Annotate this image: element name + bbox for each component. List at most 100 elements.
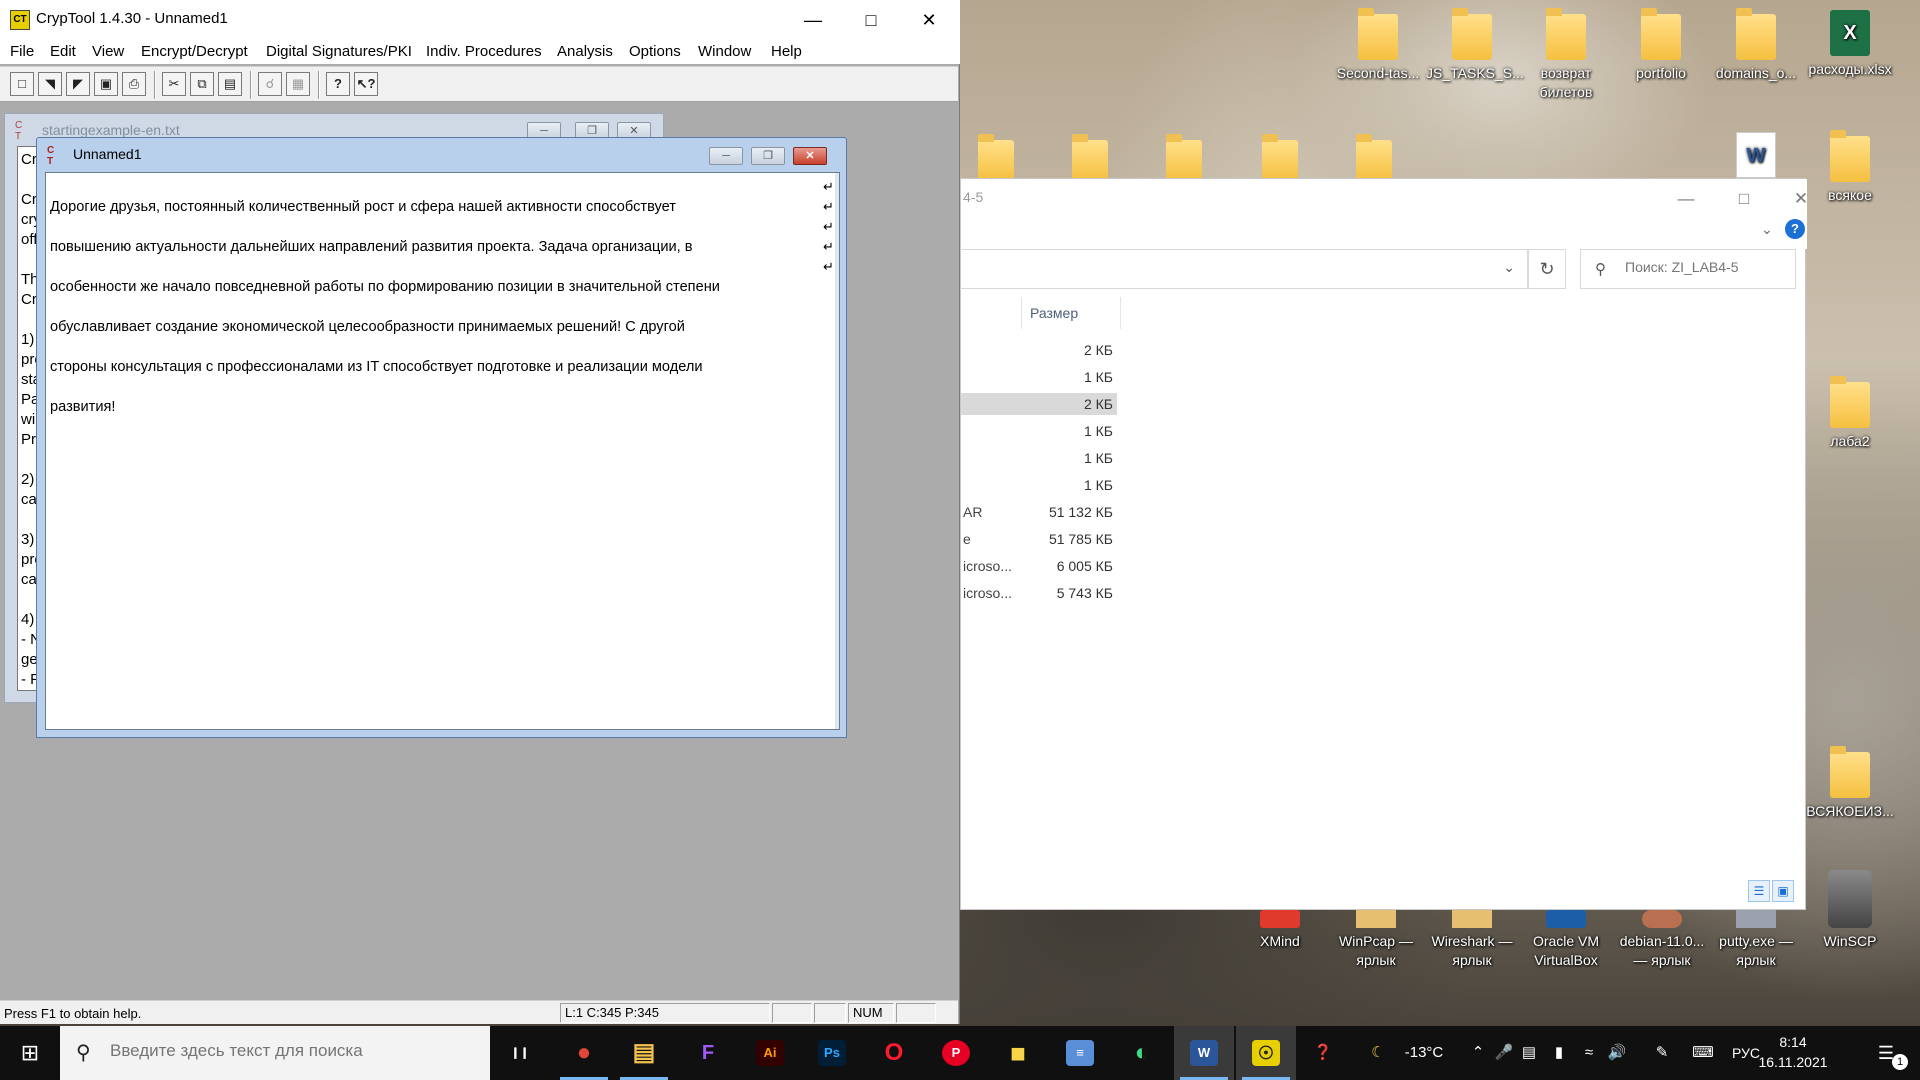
keyboard-icon[interactable]: ⌨ bbox=[1686, 1026, 1720, 1080]
folder-icon[interactable] bbox=[1356, 134, 1392, 180]
task-view-button[interactable]: ❙❙ bbox=[490, 1026, 550, 1080]
chevron-up-icon[interactable]: ⌃ bbox=[1468, 1026, 1488, 1080]
clock[interactable]: 8:14 16.11.2021 bbox=[1748, 1032, 1838, 1072]
table-row[interactable]: icroso... 6 005 КБ bbox=[961, 555, 1117, 577]
search-input[interactable] bbox=[1625, 259, 1785, 275]
title-bar[interactable]: 4-5 — □ ✕ bbox=[961, 179, 1808, 219]
taskbar-app-photoshop[interactable]: Ps bbox=[802, 1026, 862, 1080]
notification-icon[interactable]: ☰ bbox=[1868, 1026, 1904, 1080]
table-row-selected[interactable]: 2 КБ bbox=[961, 393, 1117, 415]
weather-temperature[interactable]: -13°C bbox=[1394, 1026, 1454, 1080]
menu-view[interactable]: View bbox=[92, 43, 124, 60]
help-icon[interactable]: ❓ bbox=[1306, 1026, 1340, 1080]
chevron-down-icon[interactable]: ⌄ bbox=[1761, 221, 1773, 238]
print-icon[interactable]: ⎙ bbox=[122, 72, 146, 96]
weather-moon-icon[interactable]: ☾ bbox=[1366, 1026, 1390, 1080]
properties-icon[interactable]: ▦ bbox=[286, 72, 310, 96]
desktop-icon-wireshark[interactable]: Wireshark — ярлык bbox=[1426, 910, 1518, 970]
menu-digital-signatures[interactable]: Digital Signatures/PKI bbox=[266, 43, 412, 60]
folder-icon[interactable] bbox=[1072, 134, 1108, 180]
desktop-icon-returned-tickets[interactable]: возврат билетов bbox=[1520, 8, 1612, 102]
cut-icon[interactable]: ✂ bbox=[162, 72, 186, 96]
search-field[interactable]: ⚲ bbox=[1580, 249, 1796, 289]
desktop-icon-virtualbox[interactable]: Oracle VM VirtualBox bbox=[1520, 910, 1612, 970]
table-row[interactable]: 1 КБ bbox=[961, 447, 1117, 469]
table-row[interactable]: AR 51 132 КБ bbox=[961, 501, 1117, 523]
menu-analysis[interactable]: Analysis bbox=[557, 43, 613, 60]
child-restore-button[interactable]: ❐ bbox=[751, 147, 785, 165]
desktop-icon-winscp[interactable]: WinSCP bbox=[1804, 870, 1896, 951]
taskbar-app-file-explorer[interactable]: ▤ bbox=[614, 1026, 674, 1080]
paste-icon[interactable]: ▤ bbox=[218, 72, 242, 96]
details-view-icon[interactable]: ☰ bbox=[1748, 880, 1770, 902]
table-row[interactable]: icroso... 5 743 КБ bbox=[961, 582, 1117, 604]
copy-icon[interactable]: ⧉ bbox=[190, 72, 214, 96]
text-editor[interactable]: Дорогие друзья, постоянный количественны… bbox=[45, 172, 840, 730]
title-bar[interactable]: CT CrypTool 1.4.30 - Unnamed1 — □ ✕ bbox=[0, 0, 960, 40]
desktop-icon-expenses-xlsx[interactable]: X расходы.xlsx bbox=[1804, 10, 1896, 79]
menu-encrypt-decrypt[interactable]: Encrypt/Decrypt bbox=[141, 43, 248, 60]
taskbar-app-opera[interactable]: O bbox=[864, 1026, 924, 1080]
desktop-icon-js-tasks[interactable]: JS_TASKS_S... bbox=[1426, 8, 1524, 83]
taskbar-app-sticky-notes[interactable]: ■ bbox=[988, 1026, 1048, 1080]
new-file-icon[interactable]: □ bbox=[10, 72, 34, 96]
windows-start-icon[interactable]: ⊞ bbox=[0, 1026, 60, 1080]
folder-icon[interactable] bbox=[1262, 134, 1298, 180]
volume-icon[interactable]: 🔊 bbox=[1604, 1026, 1630, 1080]
menu-options[interactable]: Options bbox=[629, 43, 681, 60]
table-row[interactable]: 1 КБ bbox=[961, 420, 1117, 442]
battery-icon[interactable]: ▮ bbox=[1546, 1026, 1572, 1080]
open-file-icon[interactable]: ◥ bbox=[38, 72, 62, 96]
tray-app-icon[interactable]: ▤ bbox=[1518, 1026, 1540, 1080]
desktop-icon-misc-from[interactable]: ВСЯКОЕИЗ... bbox=[1804, 746, 1896, 821]
taskbar-search-input[interactable] bbox=[110, 1041, 470, 1061]
desktop-icon-lab2[interactable]: лаба2 bbox=[1804, 376, 1896, 451]
taskbar-app-pinterest[interactable]: P bbox=[926, 1026, 986, 1080]
child-close-button[interactable]: ✕ bbox=[793, 147, 827, 165]
taskbar-app-illustrator[interactable]: Ai bbox=[740, 1026, 800, 1080]
taskbar-app-chrome[interactable]: ● bbox=[554, 1026, 614, 1080]
table-row[interactable]: 2 КБ bbox=[961, 339, 1117, 361]
taskbar-app-cryptool[interactable]: ☉ bbox=[1236, 1026, 1296, 1080]
desktop-icon-domains[interactable]: domains_o... bbox=[1710, 8, 1802, 83]
close-button[interactable]: ✕ bbox=[900, 0, 958, 40]
taskbar-app-android-studio[interactable]: ◐ bbox=[1112, 1026, 1172, 1080]
folder-icon[interactable] bbox=[1166, 134, 1202, 180]
desktop-icon-debian[interactable]: debian-11.0... — ярлык bbox=[1616, 910, 1708, 970]
vertical-scrollbar[interactable] bbox=[835, 173, 839, 729]
desktop-icon-second-tasks[interactable]: Second-tas... bbox=[1332, 8, 1424, 83]
minimize-button[interactable]: — bbox=[1663, 185, 1709, 213]
desktop-icon-xmind[interactable]: XMind bbox=[1234, 910, 1326, 951]
child-window-unnamed1[interactable]: CT Unnamed1 ─ ❐ ✕ Дорогие друзья, постоя… bbox=[36, 137, 847, 738]
desktop-icon-word-doc[interactable]: W bbox=[1710, 132, 1802, 182]
menu-file[interactable]: File bbox=[10, 43, 34, 60]
chevron-down-icon[interactable]: ⌄ bbox=[1503, 259, 1515, 276]
address-bar[interactable]: ⌄ bbox=[960, 249, 1528, 289]
explorer-window[interactable]: 4-5 — □ ✕ ⌄ ? ⌄ ↻ ⚲ Размер 2 КБ 1 КБ 2 К… bbox=[960, 178, 1808, 910]
menu-window[interactable]: Window bbox=[698, 43, 751, 60]
microphone-icon[interactable]: 🎤 bbox=[1494, 1026, 1514, 1080]
desktop-icon-portfolio[interactable]: portfolio bbox=[1615, 8, 1707, 83]
taskbar-search[interactable]: ⚲ bbox=[60, 1026, 490, 1080]
taskbar-app-word[interactable]: W bbox=[1174, 1026, 1234, 1080]
help-icon[interactable]: ? bbox=[1785, 219, 1805, 239]
desktop-icon-putty[interactable]: putty.exe — ярлык bbox=[1710, 910, 1802, 970]
key-icon[interactable]: ☌ bbox=[258, 72, 282, 96]
maximize-button[interactable]: □ bbox=[1721, 185, 1767, 213]
open-folder-icon[interactable]: ◤ bbox=[66, 72, 90, 96]
column-header-size[interactable]: Размер bbox=[1021, 297, 1121, 329]
menu-indiv-procedures[interactable]: Indiv. Procedures bbox=[426, 43, 542, 60]
desktop-icon-winpcap[interactable]: WinPcap — ярлык bbox=[1330, 910, 1422, 970]
table-row[interactable]: 1 КБ bbox=[961, 474, 1117, 496]
close-button[interactable]: ✕ bbox=[1778, 185, 1824, 213]
wifi-icon[interactable]: ≈ bbox=[1576, 1026, 1602, 1080]
menu-help[interactable]: Help bbox=[771, 43, 802, 60]
folder-icon[interactable] bbox=[978, 134, 1014, 180]
child-minimize-button[interactable]: ─ bbox=[709, 147, 743, 165]
taskbar-app-figma[interactable]: F bbox=[678, 1026, 738, 1080]
maximize-button[interactable]: □ bbox=[842, 0, 900, 40]
context-help-icon[interactable]: ↖? bbox=[354, 72, 378, 96]
refresh-button[interactable]: ↻ bbox=[1528, 249, 1566, 289]
table-row[interactable]: e 51 785 КБ bbox=[961, 528, 1117, 550]
table-row[interactable]: 1 КБ bbox=[961, 366, 1117, 388]
